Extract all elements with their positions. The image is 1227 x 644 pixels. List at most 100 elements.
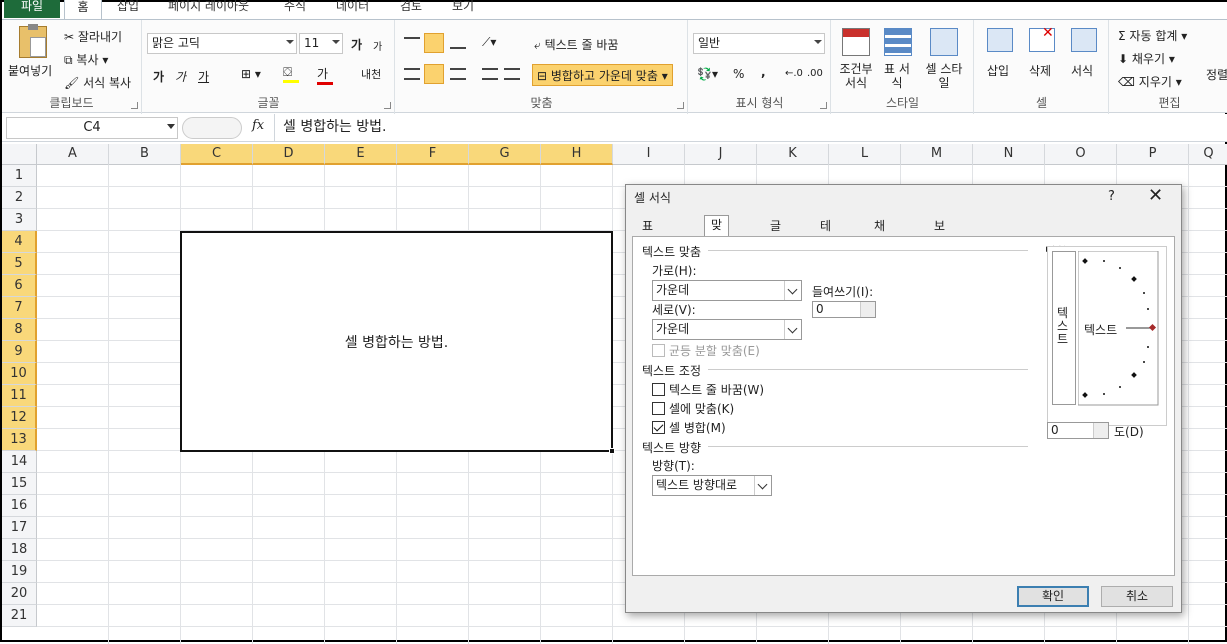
row-header[interactable]: 2	[2, 187, 37, 209]
row-header[interactable]: 11	[2, 385, 37, 407]
row-header[interactable]: 13	[2, 429, 37, 451]
format-button[interactable]: 서식	[1071, 62, 1093, 79]
row-header[interactable]: 4	[2, 231, 37, 253]
select-all-corner[interactable]	[2, 144, 37, 165]
fill-color-button[interactable]: ⛋	[283, 65, 299, 83]
row-header[interactable]: 7	[2, 297, 37, 319]
help-icon[interactable]: ?	[1108, 189, 1115, 204]
align-bottom-icon[interactable]	[450, 37, 466, 49]
tab-review[interactable]: 검토	[400, 0, 422, 14]
spinner-icon[interactable]	[860, 302, 875, 317]
clear-button[interactable]: ⌫ 지우기 ▾	[1118, 73, 1182, 90]
row-header[interactable]: 18	[2, 539, 37, 561]
number-format-combo[interactable]: 일반	[693, 33, 825, 54]
tab-file[interactable]: 파일	[4, 0, 60, 18]
orientation-icon[interactable]: ⟋▾	[482, 35, 496, 50]
close-icon[interactable]: ✕	[1148, 185, 1163, 206]
tab-fill[interactable]: 채우기	[868, 217, 891, 269]
currency-icon[interactable]: 💱▾	[697, 67, 718, 81]
tab-view[interactable]: 보기	[452, 0, 474, 14]
font-name-combo[interactable]: 맑은 고딕	[147, 33, 297, 54]
row-header[interactable]: 1	[2, 165, 37, 187]
border-button[interactable]: ⊞ ▾	[241, 67, 261, 81]
conditional-format-button[interactable]: 조건부 서식	[838, 62, 874, 90]
name-box-dropdown-icon[interactable]	[167, 124, 175, 129]
column-header[interactable]: N	[973, 144, 1045, 165]
tab-home[interactable]: 홈	[64, 0, 102, 20]
dialog-launcher-icon[interactable]	[677, 102, 684, 109]
align-left-icon[interactable]	[404, 68, 420, 80]
column-header[interactable]: M	[901, 144, 973, 165]
wrap-text-checkbox[interactable]	[652, 383, 665, 396]
column-header[interactable]: I	[613, 144, 685, 165]
sort-filter-button[interactable]: 정렬 필터	[1206, 66, 1227, 83]
formula-input[interactable]: 셀 병합하는 방법.	[274, 114, 1227, 141]
column-header[interactable]: L	[829, 144, 901, 165]
align-right-icon[interactable]	[450, 68, 466, 80]
fill-button[interactable]: ⬇ 채우기 ▾	[1118, 50, 1175, 67]
column-header[interactable]: J	[685, 144, 757, 165]
copy-button[interactable]: ⧉ 복사 ▾	[64, 51, 108, 68]
tab-font[interactable]: 글꼴	[764, 217, 787, 251]
indent-stepper[interactable]: 0	[812, 301, 876, 318]
shrink-font-button[interactable]: 가	[373, 38, 382, 53]
insert-button[interactable]: 삽입	[987, 62, 1009, 79]
row-header[interactable]: 8	[2, 319, 37, 341]
delete-button[interactable]: 삭제	[1029, 62, 1051, 79]
column-header[interactable]: G	[469, 144, 541, 165]
table-format-button[interactable]: 표 서식	[882, 62, 912, 90]
increase-indent-icon[interactable]	[504, 68, 520, 80]
align-center-icon[interactable]	[424, 64, 444, 84]
tab-number[interactable]: 표시 형식	[636, 217, 659, 287]
tab-border[interactable]: 테두리	[814, 217, 837, 269]
column-header[interactable]: D	[253, 144, 325, 165]
ok-button[interactable]: 확인	[1017, 586, 1089, 607]
font-size-combo[interactable]: 11	[299, 33, 343, 54]
wrap-text-button[interactable]: ⤶ 텍스트 줄 바꿈	[534, 36, 618, 53]
row-header[interactable]: 10	[2, 363, 37, 385]
column-header[interactable]: A	[37, 144, 109, 165]
comma-button[interactable]: ,	[761, 65, 766, 79]
row-header[interactable]: 12	[2, 407, 37, 429]
align-top-icon[interactable]	[404, 37, 420, 49]
spinner-icon[interactable]	[1093, 423, 1108, 438]
column-header[interactable]: B	[109, 144, 181, 165]
column-header[interactable]: C	[181, 144, 253, 165]
justify-checkbox[interactable]	[652, 344, 665, 357]
increase-decimal-icon[interactable]: ←.0	[785, 68, 803, 79]
phonetic-button[interactable]: 내천	[361, 66, 381, 82]
tab-data[interactable]: 데이터	[336, 0, 369, 14]
row-header[interactable]: 14	[2, 451, 37, 473]
row-header[interactable]: 19	[2, 561, 37, 583]
column-header[interactable]: F	[397, 144, 469, 165]
row-header[interactable]: 6	[2, 275, 37, 297]
merged-cell[interactable]: 셀 병합하는 방법.	[180, 231, 613, 452]
merge-cells-checkbox[interactable]	[652, 421, 665, 434]
row-header[interactable]: 16	[2, 495, 37, 517]
dialog-launcher-icon[interactable]	[820, 102, 827, 109]
decrease-decimal-icon[interactable]: .00	[807, 68, 823, 79]
degree-stepper[interactable]: 0	[1047, 422, 1109, 439]
cancel-button[interactable]: 취소	[1101, 586, 1173, 607]
fill-handle[interactable]	[609, 448, 615, 454]
row-header[interactable]: 3	[2, 209, 37, 231]
horizontal-select[interactable]: 가운데	[652, 280, 802, 301]
percent-button[interactable]: %	[733, 67, 744, 81]
column-header[interactable]: O	[1045, 144, 1117, 165]
row-header[interactable]: 17	[2, 517, 37, 539]
column-header[interactable]: P	[1117, 144, 1189, 165]
dialog-launcher-icon[interactable]	[384, 102, 391, 109]
font-color-button[interactable]: 가	[317, 65, 333, 85]
row-header[interactable]: 9	[2, 341, 37, 363]
tab-insert[interactable]: 삽입	[117, 0, 139, 14]
direction-select[interactable]: 텍스트 방향대로	[652, 475, 772, 496]
name-box[interactable]: C4	[6, 117, 178, 139]
column-header[interactable]: K	[757, 144, 829, 165]
tab-alignment[interactable]: 맞춤	[704, 215, 730, 250]
column-header[interactable]: Q	[1189, 144, 1227, 165]
row-header[interactable]: 20	[2, 583, 37, 605]
align-middle-icon[interactable]	[424, 33, 444, 53]
underline-button[interactable]: 가	[198, 68, 209, 85]
merge-center-button[interactable]: ⊟ 병합하고 가운데 맞춤 ▾	[532, 64, 673, 86]
italic-button[interactable]: 가	[175, 68, 186, 85]
